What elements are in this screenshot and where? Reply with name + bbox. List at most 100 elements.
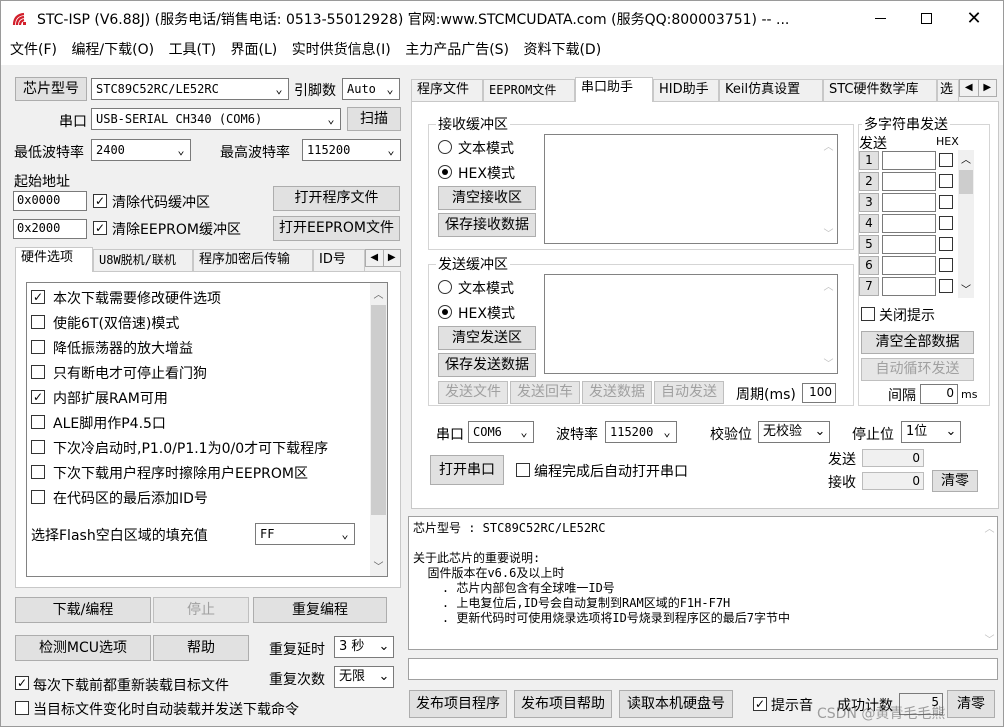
option-row[interactable]: 使能6T(双倍速)模式 [27,310,367,335]
save-send-button[interactable]: 保存发送数据 [438,353,536,377]
close-icon[interactable]: ✕ [949,1,999,35]
tab-id[interactable]: ID号 [313,249,365,271]
repeat-delay-select[interactable]: 3 秒 ⌄ [334,636,394,658]
tab-eeprom-file[interactable]: EEPROM文件 [483,79,575,101]
option-checkbox[interactable] [31,440,45,454]
scroll-up-icon[interactable]: ︿ [820,277,837,294]
option-row[interactable]: 下次下载用户程序时擦除用户EEPROM区 [27,460,367,485]
tab-u8w[interactable]: U8W脱机/联机 [93,249,193,271]
menu-program[interactable]: 编程/下载(O) [66,35,159,65]
multi-send-button[interactable]: 7 [859,277,879,296]
multi-string-scrollbar[interactable]: ︿ ﹀ [958,150,974,298]
scroll-down-icon[interactable]: ﹀ [958,280,974,297]
option-checkbox[interactable]: ✓ [31,390,45,404]
clear-code-checkbox[interactable]: ✓ [93,194,107,208]
chip-model-button[interactable]: 芯片型号 [15,77,87,101]
multi-string-input[interactable] [882,172,936,191]
receive-textarea[interactable]: ︿ ﹀ [544,134,838,244]
scroll-down-icon[interactable]: ﹀ [370,557,387,574]
fill-value-select[interactable]: FF ⌄ [255,523,355,545]
auto-load-checkbox[interactable] [15,701,29,715]
clear-all-data-button[interactable]: 清空全部数据 [861,331,974,354]
read-disk-id-button[interactable]: 读取本机硬盘号 [619,690,733,718]
publish-help-button[interactable]: 发布项目帮助 [514,690,612,718]
menu-file[interactable]: 文件(F) [5,35,62,65]
maximize-icon[interactable] [903,1,949,35]
send-data-button[interactable]: 发送数据 [582,381,652,404]
option-checkbox[interactable] [31,315,45,329]
send-text-mode-radio[interactable] [438,280,452,294]
tab-more[interactable]: 选 [937,79,959,101]
send-file-button[interactable]: 发送文件 [438,381,508,404]
scroll-up-icon[interactable]: ︿ [370,285,387,302]
multi-send-button[interactable]: 3 [859,193,879,212]
option-checkbox[interactable] [31,490,45,504]
info-scrollbar[interactable]: ︿ ﹀ [981,517,997,649]
open-program-file-button[interactable]: 打开程序文件 [273,186,400,211]
chip-model-select[interactable]: STC89C52RC/LE52RC ⌄ [91,78,289,100]
option-checkbox[interactable] [31,365,45,379]
close-hint-checkbox[interactable] [861,307,875,321]
open-eeprom-file-button[interactable]: 打开EEPROM文件 [273,216,400,241]
option-row[interactable]: 下次冷启动时,P1.0/P1.1为0/0才可下载程序 [27,435,367,460]
baud-rate-select[interactable]: 115200 ⌄ [605,421,677,443]
main-tab-scroll[interactable]: ◀ ▶ [959,79,997,97]
tab-encrypt[interactable]: 程序加密后传输 [193,249,313,271]
open-serial-button[interactable]: 打开串口 [430,455,504,485]
auto-send-button[interactable]: 自动发送 [654,381,724,404]
auto-loop-send-button[interactable]: 自动循环发送 [861,358,974,381]
multi-send-button[interactable]: 5 [859,235,879,254]
clear-success-button[interactable]: 清零 [947,690,995,718]
tab-right-icon[interactable]: ▶ [977,80,997,96]
serial-port-select[interactable]: COM6 ⌄ [468,421,534,443]
recv-text-mode-radio[interactable] [438,140,452,154]
send-return-button[interactable]: 发送回车 [510,381,580,404]
multi-hex-checkbox[interactable] [939,258,953,272]
multi-string-input[interactable] [882,214,936,233]
interval-input[interactable]: 0 [920,384,958,404]
option-row[interactable]: ✓ 本次下载需要修改硬件选项 [27,285,367,310]
multi-string-input[interactable] [882,193,936,212]
reload-checkbox[interactable]: ✓ [15,676,29,690]
multi-string-input[interactable] [882,235,936,254]
option-row[interactable]: ✓ 内部扩展RAM可用 [27,385,367,410]
save-receive-button[interactable]: 保存接收数据 [438,213,536,237]
tab-serial-assistant[interactable]: 串口助手 [575,77,653,102]
scroll-thumb[interactable] [959,170,973,194]
tab-right-icon[interactable]: ▶ [382,250,401,266]
scroll-thumb[interactable] [371,305,386,515]
recv-hex-mode-radio[interactable] [438,165,452,179]
tab-left-icon[interactable]: ◀ [366,250,383,266]
tab-hardware-options[interactable]: 硬件选项 [15,247,93,272]
download-program-button[interactable]: 下载/编程 [15,597,151,623]
clear-count-button[interactable]: 清零 [932,470,978,492]
multi-send-button[interactable]: 1 [859,151,879,170]
code-address-input[interactable]: 0x0000 [13,191,87,211]
tab-math-lib[interactable]: STC硬件数学库 [823,79,937,101]
multi-hex-checkbox[interactable] [939,174,953,188]
repeat-count-select[interactable]: 无限 ⌄ [334,666,394,688]
tab-hid[interactable]: HID助手 [653,79,719,101]
menu-products[interactable]: 主力产品广告(S) [400,35,514,65]
help-button[interactable]: 帮助 [153,635,249,661]
eeprom-address-input[interactable]: 0x2000 [13,219,87,239]
multi-string-input[interactable] [882,151,936,170]
menu-interface[interactable]: 界面(L) [226,35,283,65]
multi-send-button[interactable]: 2 [859,172,879,191]
scroll-down-icon[interactable]: ﹀ [820,224,837,241]
min-baud-select[interactable]: 2400 ⌄ [91,139,191,161]
option-checkbox[interactable]: ✓ [31,290,45,304]
multi-hex-checkbox[interactable] [939,279,953,293]
detect-mcu-button[interactable]: 检测MCU选项 [15,635,151,661]
clear-eeprom-checkbox[interactable]: ✓ [93,221,107,235]
send-scrollbar[interactable]: ︿ ﹀ [820,275,837,373]
multi-string-input[interactable] [882,277,936,296]
option-row[interactable]: 在代码区的最后添加ID号 [27,485,367,510]
scan-button[interactable]: 扫描 [347,107,401,131]
option-row[interactable]: 降低振荡器的放大增益 [27,335,367,360]
tab-left-icon[interactable]: ◀ [960,80,978,96]
menu-downloads[interactable]: 资料下载(D) [518,35,606,65]
multi-send-button[interactable]: 4 [859,214,879,233]
option-checkbox[interactable] [31,340,45,354]
scroll-up-icon[interactable]: ︿ [981,519,997,536]
